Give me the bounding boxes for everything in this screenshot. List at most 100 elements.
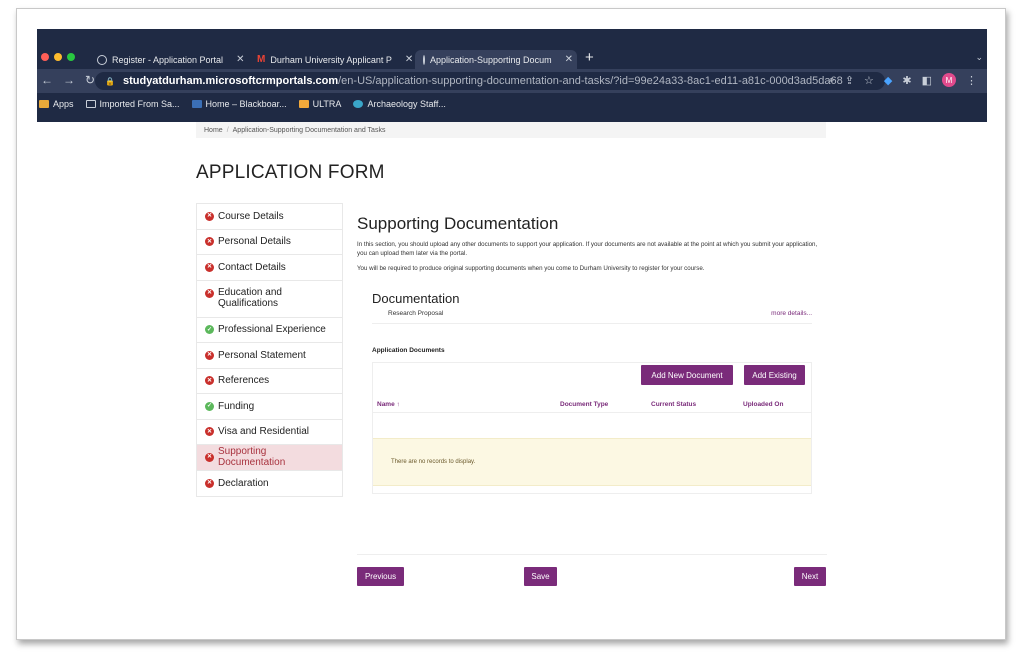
breadcrumb-current: Application-Supporting Documentation and… xyxy=(232,126,386,134)
zoom-icon[interactable]: ⌕ xyxy=(829,74,835,87)
lock-icon[interactable]: 🔒 xyxy=(105,77,115,86)
tab-bar: Register - Application Portal ✕ M Durham… xyxy=(37,47,987,69)
column-uploaded-on[interactable]: Uploaded On xyxy=(743,401,783,408)
documentation-heading: Documentation xyxy=(372,291,460,306)
bookmark-imported[interactable]: Imported From Sa... xyxy=(85,99,180,109)
document-requirement-row: Research Proposal more details... xyxy=(372,308,812,324)
previous-button[interactable]: Previous xyxy=(357,567,404,586)
ultra-icon xyxy=(298,100,309,108)
tab-supporting-docs[interactable]: Application-Supporting Docum ✕ xyxy=(415,50,577,69)
breadcrumb-separator: / xyxy=(226,126,229,134)
bookmark-label: Apps xyxy=(53,99,74,109)
sidebar-item-professional-experience[interactable]: ✓ Professional Experience xyxy=(197,318,342,343)
menu-icon[interactable]: ⋮ xyxy=(966,74,977,87)
globe-icon xyxy=(97,54,107,65)
address-row: ← → ↻ 🔒 studyatdurham.microsoftcrmportal… xyxy=(37,69,987,93)
close-icon[interactable]: ✕ xyxy=(405,54,413,65)
archaeology-icon xyxy=(353,100,364,108)
close-icon[interactable]: ✕ xyxy=(565,54,573,65)
empty-table-message: There are no records to display. xyxy=(373,438,811,486)
sidebar-item-education[interactable]: ✕ Education and Qualifications xyxy=(197,281,342,318)
bookmark-archaeology[interactable]: Archaeology Staff... xyxy=(353,99,446,109)
screenshot-frame: Register - Application Portal ✕ M Durham… xyxy=(16,8,1006,640)
url-path: /en-US/application-supporting-documentat… xyxy=(338,75,843,87)
column-current-status[interactable]: Current Status xyxy=(651,401,696,408)
sidebar-item-course-details[interactable]: ✕ Course Details xyxy=(197,204,342,230)
nav-buttons: ← → ↻ xyxy=(41,73,95,87)
close-window-button[interactable] xyxy=(41,53,49,61)
window-controls xyxy=(41,53,75,61)
globe-icon xyxy=(423,54,425,65)
add-existing-button[interactable]: Add Existing xyxy=(744,365,805,385)
error-icon: ✕ xyxy=(205,237,214,247)
sidebar-item-declaration[interactable]: ✕ Declaration xyxy=(197,471,342,497)
page-title: APPLICATION FORM xyxy=(196,162,385,183)
sidebar-item-label: Declaration xyxy=(218,477,269,489)
section-title: Supporting Documentation xyxy=(357,214,559,233)
sidebar-item-label: Supporting Documentation xyxy=(218,446,286,469)
extension-icon[interactable]: ◆ xyxy=(884,74,892,87)
error-icon: ✕ xyxy=(205,478,214,488)
minimize-window-button[interactable] xyxy=(54,53,62,61)
tab-register[interactable]: Register - Application Portal ✕ xyxy=(89,50,252,69)
add-new-document-button[interactable]: Add New Document xyxy=(641,365,733,385)
sidebar-item-personal-statement[interactable]: ✕ Personal Statement xyxy=(197,343,342,369)
sidebar-item-personal-details[interactable]: ✕ Personal Details xyxy=(197,230,342,255)
check-icon: ✓ xyxy=(205,325,214,335)
sidebar-item-label: Personal Statement xyxy=(218,349,306,361)
sidebar-item-label: Professional Experience xyxy=(218,324,326,336)
error-icon: ✕ xyxy=(205,262,214,272)
bookmark-apps[interactable]: Apps xyxy=(39,99,74,109)
folder-icon xyxy=(85,100,96,108)
save-button[interactable]: Save xyxy=(524,567,557,586)
maximize-window-button[interactable] xyxy=(67,53,75,61)
bookmarks-bar: Apps Imported From Sa... Home – Blackboa… xyxy=(37,93,987,115)
sidepanel-icon[interactable]: ◧ xyxy=(922,74,932,87)
bookmark-ultra[interactable]: ULTRA xyxy=(298,99,342,109)
avatar[interactable]: M xyxy=(942,73,956,87)
tab-gmail[interactable]: M Durham University Applicant P ✕ xyxy=(249,50,421,69)
breadcrumb: Home / Application-Supporting Documentat… xyxy=(196,122,826,138)
toolbar-icons: ⌕ ⇪ ☆ ◆ ✱ ◧ M ⋮ xyxy=(829,73,977,87)
puzzle-icon[interactable]: ✱ xyxy=(902,74,911,87)
star-icon[interactable]: ☆ xyxy=(864,74,874,87)
error-icon: ✕ xyxy=(205,427,214,437)
bookmark-label: Home – Blackboar... xyxy=(205,99,287,109)
column-name[interactable]: Name ↑ xyxy=(377,401,400,408)
sidebar-item-supporting-documentation[interactable]: ✕ Supporting Documentation xyxy=(197,445,342,471)
tab-search-icon[interactable]: ⌄ xyxy=(975,52,983,63)
back-icon[interactable]: ← xyxy=(41,73,53,87)
bookmark-label: ULTRA xyxy=(312,99,342,109)
more-details-link[interactable]: more details... xyxy=(771,310,812,317)
share-icon[interactable]: ⇪ xyxy=(845,74,854,87)
error-icon: ✕ xyxy=(205,288,214,298)
sidebar-item-visa[interactable]: ✕ Visa and Residential xyxy=(197,420,342,445)
section-intro: In this section, you should upload any o… xyxy=(357,240,827,278)
column-document-type[interactable]: Document Type xyxy=(560,401,608,408)
url-host: studyatdurham.microsoftcrmportals.com xyxy=(122,75,339,87)
check-icon: ✓ xyxy=(205,401,214,411)
bookmark-label: Archaeology Staff... xyxy=(367,99,446,109)
browser-chrome: Register - Application Portal ✕ M Durham… xyxy=(37,29,987,122)
sidebar-item-references[interactable]: ✕ References xyxy=(197,369,342,394)
sidebar-item-label: Visa and Residential xyxy=(218,426,309,438)
divider xyxy=(357,554,827,555)
bookmark-blackboard[interactable]: Home – Blackboar... xyxy=(191,99,287,109)
close-icon[interactable]: ✕ xyxy=(236,54,244,65)
reload-icon[interactable]: ↻ xyxy=(85,73,95,87)
sidebar-item-funding[interactable]: ✓ Funding xyxy=(197,394,342,420)
forward-icon[interactable]: → xyxy=(63,73,75,87)
address-bar[interactable]: 🔒 studyatdurham.microsoftcrmportals.com /… xyxy=(95,72,885,90)
sidebar-item-contact-details[interactable]: ✕ Contact Details xyxy=(197,255,342,281)
gmail-icon: M xyxy=(257,54,266,65)
new-tab-button[interactable]: + xyxy=(585,49,594,66)
breadcrumb-home[interactable]: Home xyxy=(204,127,223,134)
sidebar-item-label: Course Details xyxy=(218,210,284,222)
sidebar-item-label: References xyxy=(218,375,270,387)
next-button[interactable]: Next xyxy=(794,567,826,586)
table-header: Name ↑ Document Type Current Status Uplo… xyxy=(373,396,811,413)
sidebar-item-label: Personal Details xyxy=(218,236,291,248)
error-icon: ✕ xyxy=(205,350,214,360)
document-name: Research Proposal xyxy=(388,310,444,317)
apps-grid-icon xyxy=(39,100,49,108)
